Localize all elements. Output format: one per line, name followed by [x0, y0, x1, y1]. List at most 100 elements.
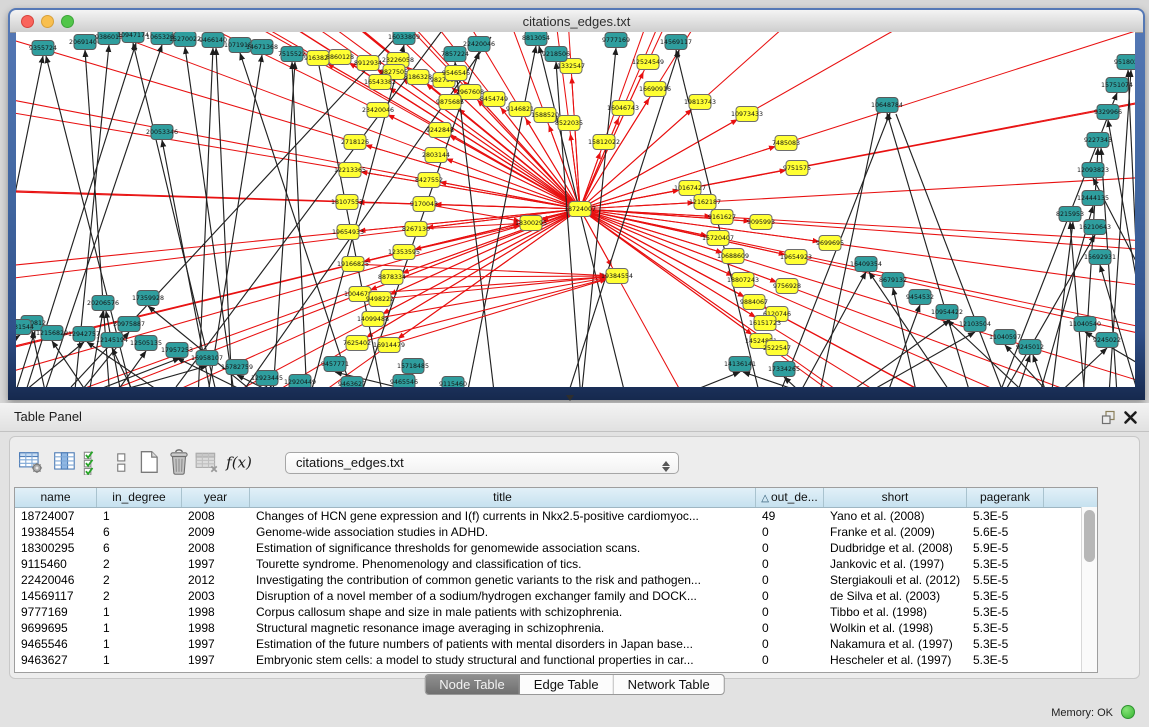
- graph-node[interactable]: 19384554: [601, 269, 633, 284]
- column-header-short[interactable]: short: [824, 488, 967, 507]
- graph-node[interactable]: 14136141: [724, 357, 756, 372]
- vertical-scrollbar[interactable]: [1081, 507, 1097, 672]
- graph-node[interactable]: 20206576: [87, 296, 119, 311]
- graph-node[interactable]: 9115460: [439, 377, 467, 388]
- graph-node[interactable]: 30975887: [113, 317, 145, 332]
- graph-node[interactable]: 12093823: [1077, 163, 1109, 178]
- function-builder-button[interactable]: f(x): [224, 449, 250, 475]
- graph-node[interactable]: 8912934: [354, 56, 382, 71]
- graph-node[interactable]: 8878334: [378, 270, 406, 285]
- graph-node[interactable]: 17334265: [768, 362, 800, 377]
- graph-node[interactable]: 9095993: [747, 215, 775, 230]
- graph-node[interactable]: 8860128: [326, 50, 354, 65]
- table-row[interactable]: 946554611997Estimation of the future num…: [15, 636, 1097, 652]
- table-row[interactable]: 977716911998Corpus callosum shape and si…: [15, 604, 1097, 620]
- graph-node[interactable]: 8813054: [522, 32, 550, 46]
- tab-node-table[interactable]: Node Table: [425, 675, 520, 694]
- graph-node[interactable]: 9518022: [1114, 55, 1135, 70]
- graph-node[interactable]: 20053346: [146, 125, 178, 140]
- graph-node[interactable]: 9331544: [16, 320, 34, 335]
- graph-node[interactable]: 10688609: [717, 249, 749, 264]
- graph-node[interactable]: 8215953: [1056, 207, 1084, 222]
- graph-node[interactable]: 11040597: [989, 330, 1021, 345]
- graph-node[interactable]: 16914479: [373, 338, 405, 353]
- tab-edge-table[interactable]: Edge Table: [520, 675, 614, 694]
- graph-node[interactable]: 8522035: [555, 116, 583, 131]
- graph-node[interactable]: 7515522: [278, 47, 306, 62]
- unselect-all-button[interactable]: [108, 449, 134, 475]
- close-panel-icon[interactable]: [1123, 410, 1138, 425]
- graph-node[interactable]: 12505135: [130, 336, 162, 351]
- graph-node[interactable]: 9355724: [29, 41, 57, 56]
- graph-node[interactable]: 9777169: [602, 33, 630, 48]
- graph-node[interactable]: 12103504: [959, 317, 991, 332]
- graph-node[interactable]: 9463627: [338, 377, 366, 388]
- graph-node[interactable]: 9242848: [426, 123, 454, 138]
- graph-node[interactable]: 8679132: [879, 273, 907, 288]
- graph-node[interactable]: 15812022: [588, 135, 620, 150]
- graph-node[interactable]: 16210643: [1079, 220, 1111, 235]
- graph-node[interactable]: 8186328: [404, 70, 432, 85]
- graph-node[interactable]: 7485083: [772, 136, 800, 151]
- delete-table-button[interactable]: [194, 449, 220, 475]
- table-row[interactable]: 1456911722003Disruption of a novel membe…: [15, 588, 1097, 604]
- graph-node[interactable]: 22420046: [463, 37, 495, 52]
- graph-node[interactable]: 2522547: [763, 341, 791, 356]
- table-row[interactable]: 911546021997Tourette syndrome. Phenomeno…: [15, 556, 1097, 572]
- splitter-collapse-icon[interactable]: [566, 395, 574, 401]
- network-svg[interactable]: 1872400718300295193845549163822886012889…: [16, 32, 1135, 387]
- graph-node[interactable]: 9751575: [783, 161, 811, 176]
- graph-node[interactable]: 9457771: [321, 357, 349, 372]
- graph-node[interactable]: 9218506: [542, 47, 570, 62]
- tab-network-table[interactable]: Network Table: [614, 675, 724, 694]
- graph-node[interactable]: 9756928: [773, 279, 801, 294]
- graph-node[interactable]: 8427552: [415, 173, 443, 188]
- graph-node[interactable]: 16782759: [221, 360, 253, 375]
- graph-node[interactable]: 10973433: [731, 107, 763, 122]
- graph-node[interactable]: 9884067: [740, 295, 768, 310]
- memory-status-dot[interactable]: [1121, 705, 1135, 719]
- graph-node[interactable]: 9454532: [906, 290, 934, 305]
- graph-node[interactable]: 12353595: [388, 245, 420, 260]
- graph-node[interactable]: 18724007: [564, 202, 596, 217]
- graph-node[interactable]: 12444135: [1077, 191, 1109, 206]
- graph-node[interactable]: 17359928: [132, 291, 164, 306]
- graph-node[interactable]: 15718485: [397, 359, 429, 374]
- network-canvas[interactable]: 1872400718300295193845549163822886012889…: [16, 32, 1135, 387]
- graph-node[interactable]: 16409354: [850, 257, 882, 272]
- table-row[interactable]: 1830029562008Estimation of significance …: [15, 540, 1097, 556]
- graph-node[interactable]: 15751074: [1101, 78, 1133, 93]
- graph-node[interactable]: 12524549: [632, 55, 664, 70]
- graph-node[interactable]: 7857224: [441, 47, 469, 62]
- graph-node[interactable]: 12162187: [689, 195, 721, 210]
- column-header-in_degree[interactable]: in_degree: [97, 488, 182, 507]
- table-mode-button[interactable]: [18, 449, 44, 475]
- graph-node[interactable]: 9329966: [1094, 105, 1122, 120]
- table-row[interactable]: 946362711997Embryonic stem cells: a mode…: [15, 652, 1097, 668]
- graph-node[interactable]: 9498222: [366, 292, 394, 307]
- column-header-name[interactable]: name: [15, 488, 97, 507]
- graph-node[interactable]: 17957253: [161, 343, 193, 358]
- delete-button[interactable]: [166, 449, 192, 475]
- graph-node[interactable]: 9227343: [1084, 133, 1112, 148]
- graph-node[interactable]: 7625402: [343, 336, 371, 351]
- graph-node[interactable]: 12920449: [284, 375, 316, 388]
- graph-node[interactable]: 16151723: [749, 316, 781, 331]
- graph-node[interactable]: 10648784: [871, 98, 903, 113]
- graph-node[interactable]: 19654923: [780, 250, 812, 265]
- graph-node[interactable]: 14569117: [660, 35, 692, 50]
- graph-node[interactable]: 16958107: [191, 351, 223, 366]
- graph-node[interactable]: 19166825: [337, 257, 369, 272]
- window-titlebar[interactable]: citations_edges.txt: [10, 10, 1143, 33]
- graph-node[interactable]: 10167427: [674, 181, 706, 196]
- graph-node[interactable]: 18107553: [331, 195, 363, 210]
- graph-node[interactable]: 9466140: [199, 33, 227, 48]
- table-selector-dropdown[interactable]: citations_edges.txt: [285, 452, 679, 474]
- graph-node[interactable]: 9245012: [1016, 340, 1044, 355]
- graph-node[interactable]: 8454749: [480, 92, 508, 107]
- create-new-button[interactable]: [136, 449, 162, 475]
- graph-node[interactable]: 15692931: [1084, 250, 1116, 265]
- graph-node[interactable]: 14099488: [357, 312, 389, 327]
- graph-node[interactable]: 9245022: [1093, 333, 1121, 348]
- graph-node[interactable]: 19813743: [684, 95, 716, 110]
